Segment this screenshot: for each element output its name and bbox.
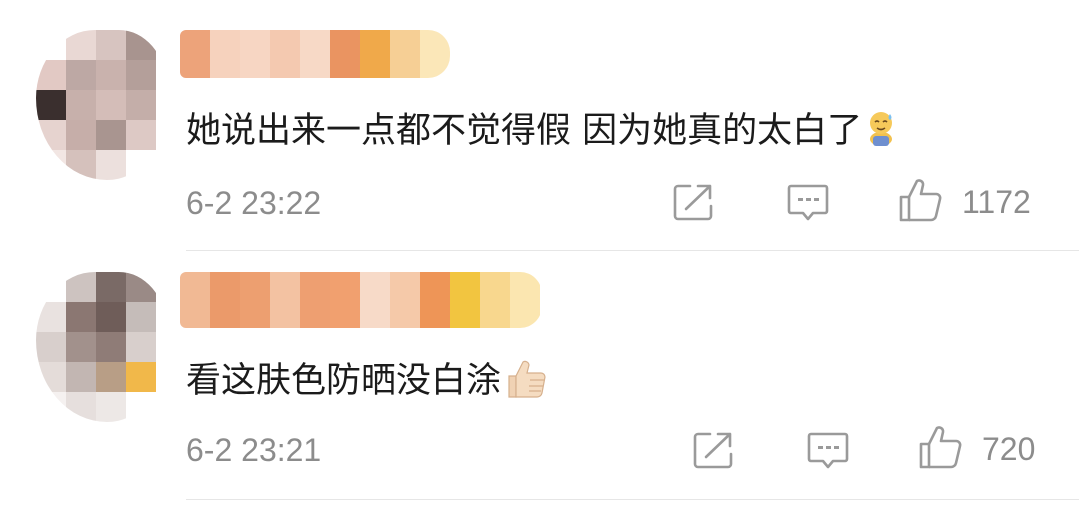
comment-item: 看这肤色防晒没白涂 6-2 23:21 720 <box>0 250 1079 500</box>
sweat-smile-emoji <box>866 108 896 157</box>
username[interactable] <box>180 272 542 328</box>
comment-text: 看这肤色防晒没白涂 <box>186 352 549 409</box>
comment-body: 她说出来一点都不觉得假 因为她真的太白了 <box>186 111 863 151</box>
username[interactable] <box>180 30 450 78</box>
like-count: 720 <box>982 430 1036 467</box>
thumbs-up-emoji <box>505 356 549 409</box>
thumbs-up-icon <box>918 424 964 474</box>
comment-icon[interactable] <box>786 182 830 228</box>
thumbs-up-icon <box>898 177 944 227</box>
share-icon[interactable] <box>672 182 716 226</box>
share-icon[interactable] <box>692 430 736 474</box>
divider <box>186 499 1079 500</box>
like-count: 1172 <box>962 183 1031 220</box>
comment-icon[interactable] <box>806 430 850 476</box>
avatar[interactable] <box>36 272 166 422</box>
avatar[interactable] <box>36 30 166 180</box>
like-button[interactable]: 1172 <box>898 177 1031 227</box>
like-button[interactable]: 720 <box>918 424 1035 474</box>
comment-timestamp: 6-2 23:22 <box>186 185 322 221</box>
comment-item: 她说出来一点都不觉得假 因为她真的太白了 6-2 23:22 1172 <box>0 0 1079 251</box>
comment-body: 看这肤色防晒没白涂 <box>186 361 502 401</box>
comment-timestamp: 6-2 23:21 <box>186 432 322 468</box>
comment-text: 她说出来一点都不觉得假 因为她真的太白了 <box>186 102 896 157</box>
